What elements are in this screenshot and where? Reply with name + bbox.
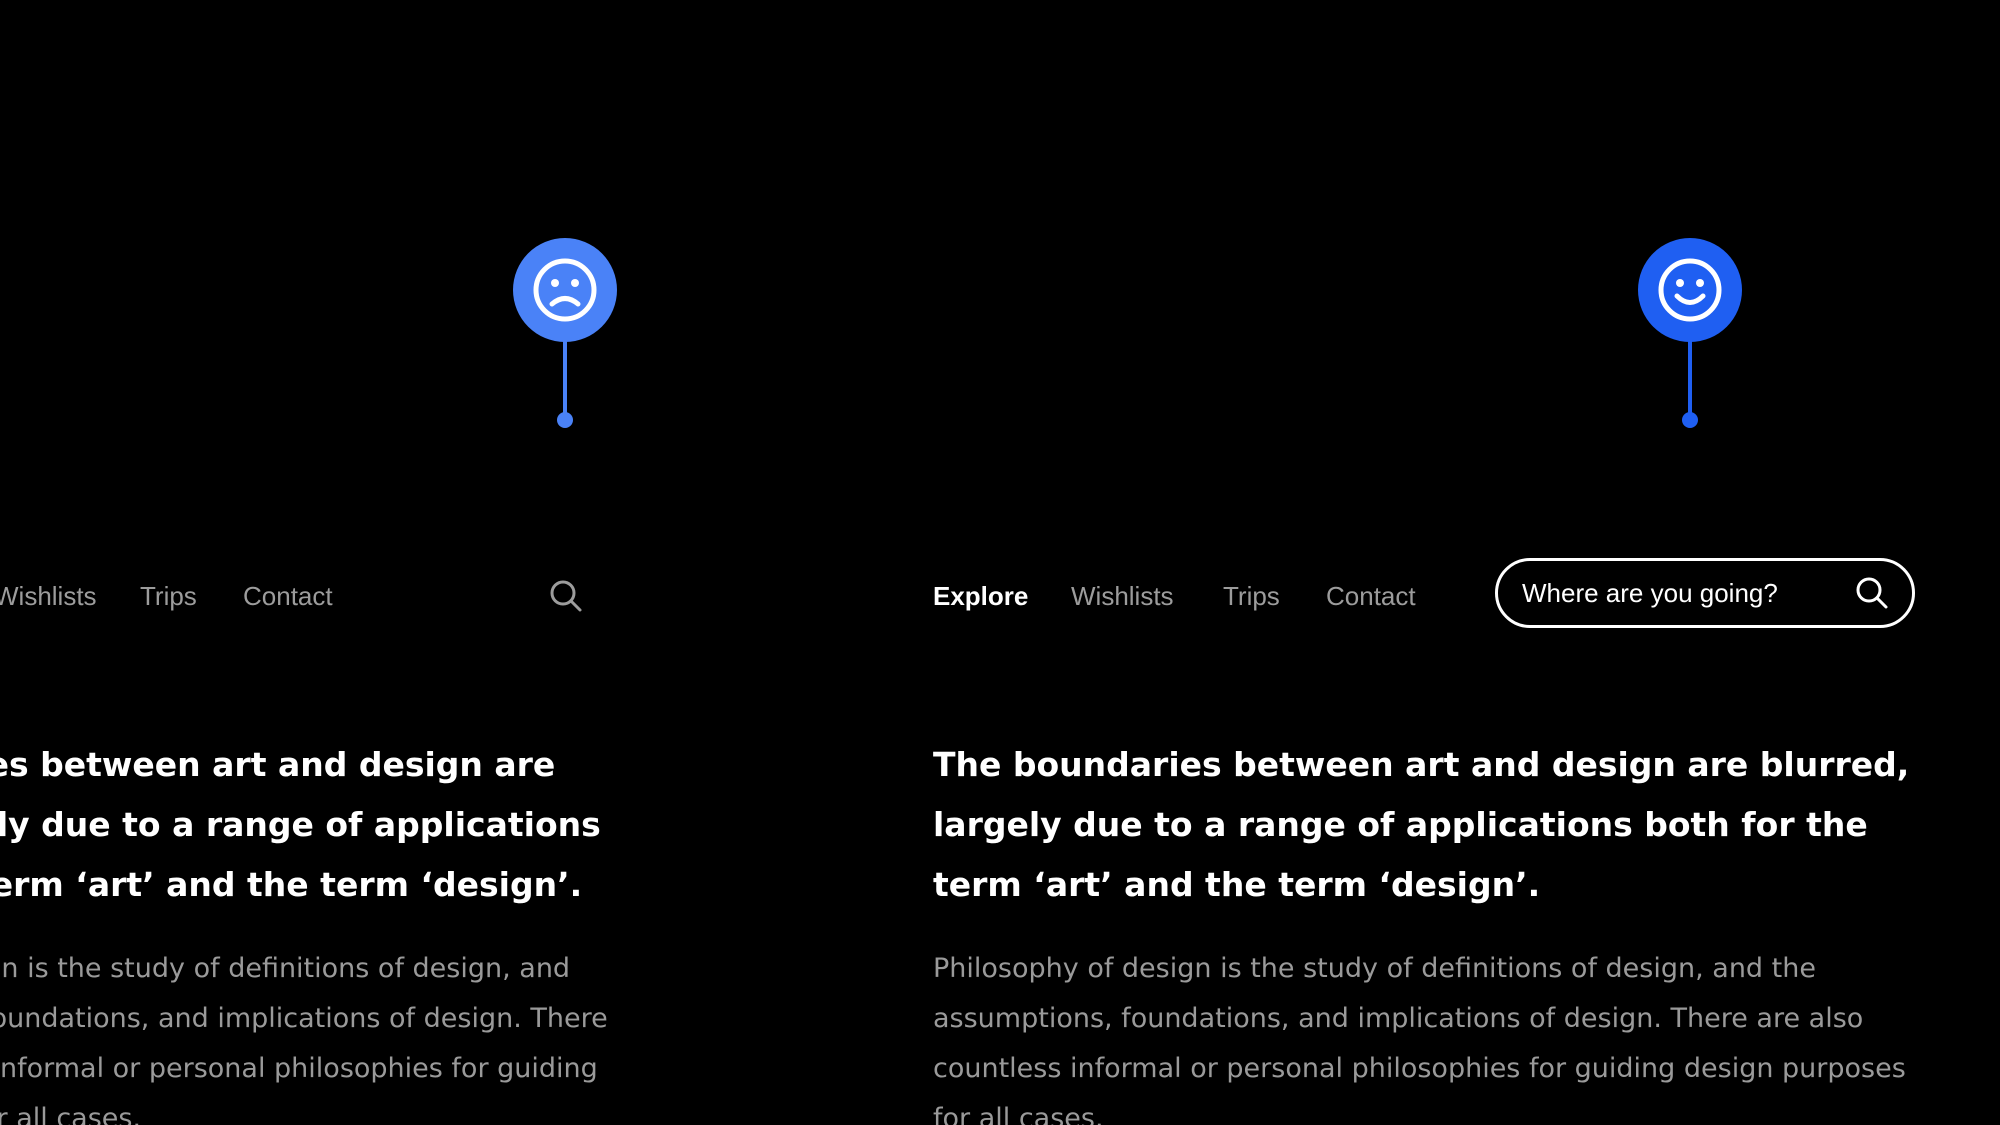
feedback-pin-sad	[513, 238, 617, 430]
body-paragraph: Philosophy of design is the study of def…	[933, 953, 1906, 1125]
sad-face-icon	[513, 238, 617, 342]
nav-contact[interactable]: Contact	[243, 580, 333, 612]
feedback-pin-happy	[1638, 238, 1742, 430]
search-input[interactable]	[1522, 577, 1842, 609]
search-icon[interactable]	[1854, 575, 1890, 611]
right-panel: Explore Wishlists Trips Contact The boun…	[880, 0, 2000, 1125]
nav-contact[interactable]: Contact	[1326, 580, 1416, 612]
left-panel: Wishlists Trips Contact The boundaries b…	[0, 0, 880, 1125]
pin-dot	[557, 412, 573, 428]
search-button[interactable]	[548, 578, 584, 614]
headline: The boundaries between art and design ar…	[933, 745, 1910, 904]
nav-trips[interactable]: Trips	[1223, 580, 1280, 612]
headline: The boundaries between art and design ar…	[0, 745, 601, 904]
pin-stem	[563, 338, 567, 416]
pin-dot	[1682, 412, 1698, 428]
nav-wishlists[interactable]: Wishlists	[0, 580, 97, 612]
search-icon	[550, 580, 582, 612]
body-paragraph: Philosophy of design is the study of def…	[0, 953, 608, 1125]
nav-explore[interactable]: Explore	[933, 580, 1028, 612]
nav-wishlists[interactable]: Wishlists	[1071, 580, 1174, 612]
nav-trips[interactable]: Trips	[140, 580, 197, 612]
happy-face-icon	[1638, 238, 1742, 342]
search-bar[interactable]	[1495, 558, 1915, 628]
pin-stem	[1688, 338, 1692, 416]
